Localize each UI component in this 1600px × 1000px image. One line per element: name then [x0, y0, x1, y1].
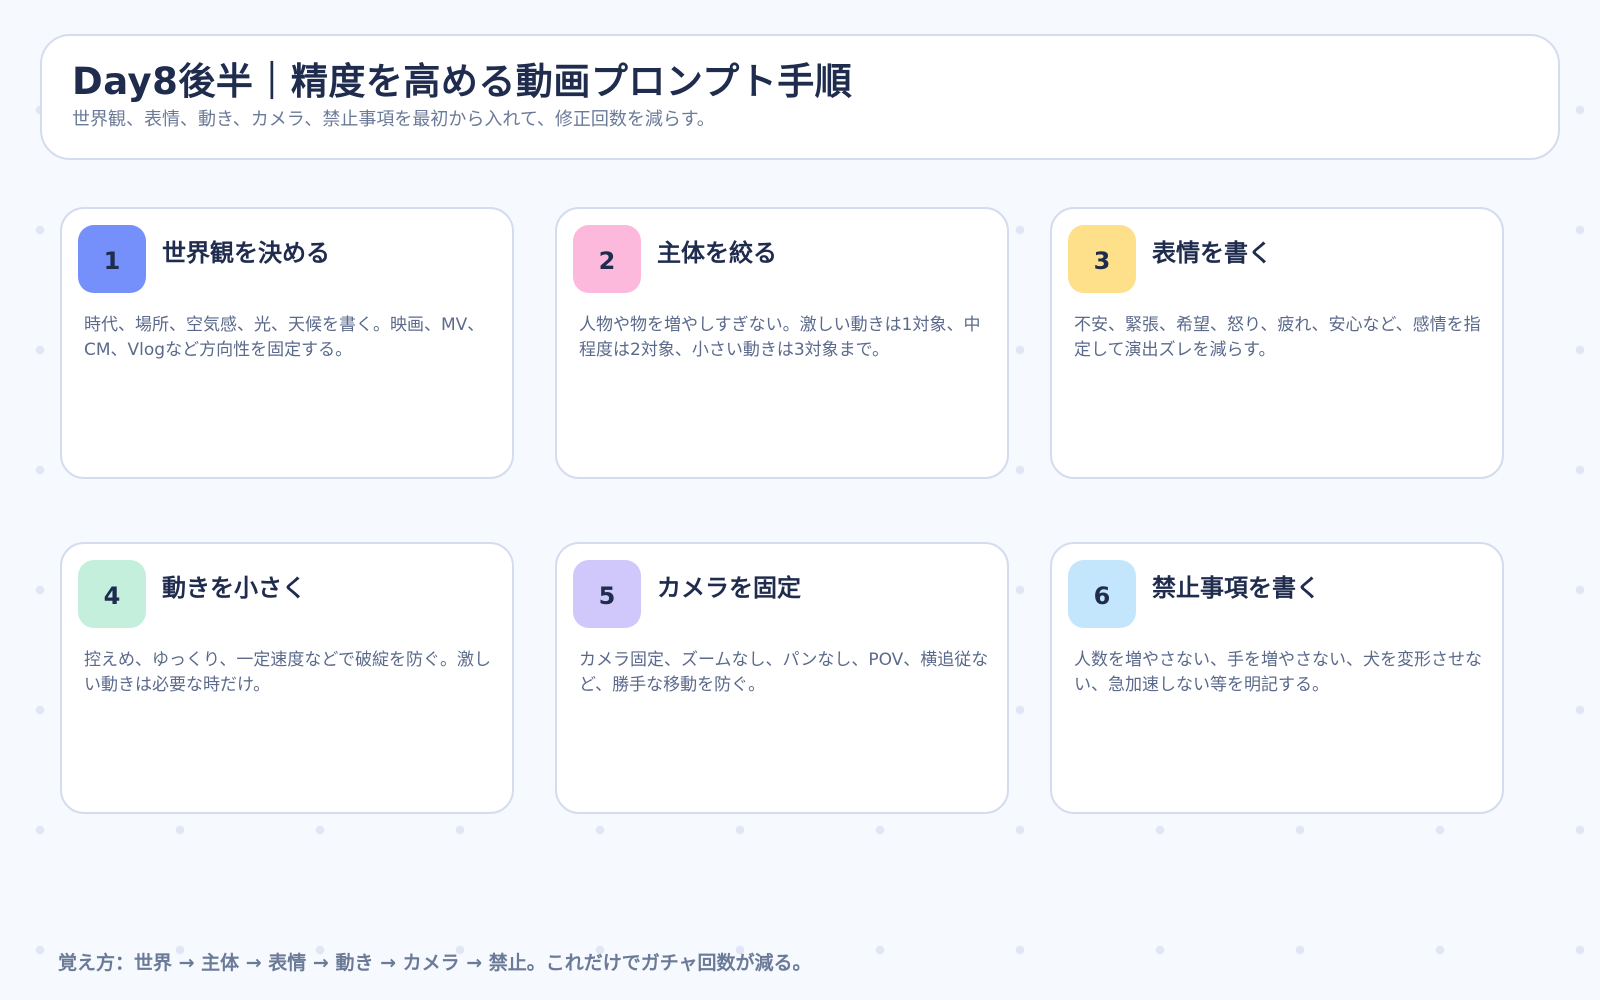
step-description: カメラ固定、ズームなし、パンなし、POV、横追従など、勝手な移動を防ぐ。 [579, 650, 989, 695]
step-card-6: 6 禁止事項を書く 人数を増やさない、手を増やさない、犬を変形させない、急加速し… [1050, 542, 1504, 814]
step-card-1: 1 世界観を決める 時代、場所、空気感、光、天候を書く。映画、MV、CM、Vlo… [60, 207, 514, 479]
step-title: 動きを小さく [162, 574, 306, 602]
step-title: 主体を絞る [657, 239, 777, 267]
page-subtitle: 世界観、表情、動き、カメラ、禁止事項を最初から入れて、修正回数を減らす。 [72, 108, 715, 130]
step-title: カメラを固定 [657, 574, 801, 602]
step-description: 控えめ、ゆっくり、一定速度などで破綻を防ぐ。激しい動きは必要な時だけ。 [84, 650, 491, 695]
step-number-badge: 3 [1068, 225, 1136, 293]
step-description: 不安、緊張、希望、怒り、疲れ、安心など、感情を指定して演出ズレを減らす。 [1074, 315, 1481, 360]
step-number-badge: 1 [78, 225, 146, 293]
step-number-badge: 5 [573, 560, 641, 628]
step-title: 禁止事項を書く [1152, 574, 1320, 602]
step-title: 表情を書く [1152, 239, 1272, 267]
step-description: 人物や物を増やしすぎない。激しい動きは1対象、中程度は2対象、小さい動きは3対象… [579, 315, 981, 360]
step-card-2: 2 主体を絞る 人物や物を増やしすぎない。激しい動きは1対象、中程度は2対象、小… [555, 207, 1009, 479]
page-title: Day8後半｜精度を高める動画プロンプト手順 [72, 60, 853, 103]
step-title: 世界観を決める [162, 239, 330, 267]
step-number-badge: 4 [78, 560, 146, 628]
step-description: 人数を増やさない、手を増やさない、犬を変形させない、急加速しない等を明記する。 [1074, 650, 1482, 695]
step-card-3: 3 表情を書く 不安、緊張、希望、怒り、疲れ、安心など、感情を指定して演出ズレを… [1050, 207, 1504, 479]
step-description: 時代、場所、空気感、光、天候を書く。映画、MV、CM、Vlogなど方向性を固定す… [84, 315, 485, 360]
footer-note: 覚え方：世界 → 主体 → 表情 → 動き → カメラ → 禁止。これだけでガチ… [58, 952, 812, 974]
step-card-4: 4 動きを小さく 控えめ、ゆっくり、一定速度などで破綻を防ぐ。激しい動きは必要な… [60, 542, 514, 814]
step-card-5: 5 カメラを固定 カメラ固定、ズームなし、パンなし、POV、横追従など、勝手な移… [555, 542, 1009, 814]
step-number-badge: 2 [573, 225, 641, 293]
header-panel: Day8後半｜精度を高める動画プロンプト手順 世界観、表情、動き、カメラ、禁止事… [40, 34, 1560, 160]
step-number-badge: 6 [1068, 560, 1136, 628]
